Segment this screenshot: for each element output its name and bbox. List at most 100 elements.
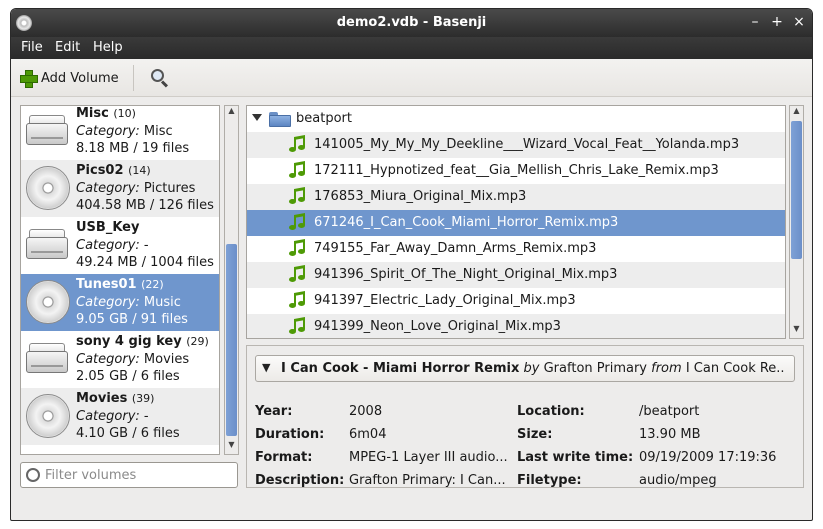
title-bar[interactable]: demo2.vdb - Basenji – + × — [11, 9, 812, 37]
file-tree[interactable]: beatport 141005_My_My_My_Deekline___Wiza… — [246, 105, 786, 339]
format-value: MPEG-1 Layer III audio... — [349, 450, 508, 465]
category-label: Category: — [76, 352, 140, 367]
scrollbar-thumb[interactable] — [791, 121, 802, 259]
tree-file-row[interactable]: 941399_Neon_Love_Original_Mix.mp3 — [247, 314, 785, 338]
minimize-button[interactable]: – — [746, 13, 764, 31]
volume-count: (29) — [186, 335, 209, 348]
tree-file-row[interactable]: 172111_Hypnotized_feat__Gia_Mellish_Chri… — [247, 158, 785, 184]
filter-volumes-input[interactable] — [45, 466, 233, 484]
filter-volumes-field[interactable] — [20, 462, 238, 488]
scroll-up-arrow-icon[interactable]: ▲ — [226, 106, 237, 120]
music-file-icon — [289, 239, 307, 258]
track-title: I Can Cook - Miami Horror Remix — [281, 361, 520, 376]
tree-folder-row[interactable]: beatport — [247, 106, 785, 132]
music-file-icon — [289, 291, 307, 310]
filetype-value: audio/mpeg — [639, 473, 717, 488]
menu-edit[interactable]: Edit — [55, 40, 80, 55]
tree-file-row[interactable]: 941397_Electric_Lady_Original_Mix.mp3 — [247, 288, 785, 314]
search-icon — [26, 468, 40, 482]
tree-file-row[interactable]: 749155_Far_Away_Damn_Arms_Remix.mp3 — [247, 236, 785, 262]
volume-category: Movies — [143, 352, 190, 367]
file-name: 941396_Spirit_Of_The_Night_Original_Mix.… — [314, 267, 618, 282]
file-name: 141005_My_My_My_Deekline___Wizard_Vocal_… — [314, 137, 740, 152]
toolbar: Add Volume — [11, 59, 812, 97]
duration-label: Duration: — [255, 427, 325, 442]
volume-name: Tunes01 — [76, 277, 137, 292]
scroll-down-arrow-icon[interactable]: ▼ — [226, 440, 237, 454]
file-name: 172111_Hypnotized_feat__Gia_Mellish_Chri… — [314, 163, 719, 178]
hard-drive-icon — [26, 343, 68, 373]
music-file-icon — [289, 265, 307, 284]
toolbar-separator — [133, 65, 134, 91]
music-file-icon — [289, 135, 307, 154]
from-word: from — [651, 361, 682, 376]
menu-help[interactable]: Help — [93, 40, 123, 55]
music-file-icon — [289, 187, 307, 206]
scroll-up-arrow-icon[interactable]: ▲ — [791, 106, 802, 120]
expander-arrow-icon[interactable] — [252, 114, 262, 121]
volume-category: - — [143, 409, 149, 424]
volume-list[interactable]: Misc (10) Category: Misc 8.18 MB / 19 fi… — [20, 105, 220, 455]
volume-size: 2.05 GB / 6 files — [76, 369, 180, 384]
volume-item-sony-4-gig-key[interactable]: sony 4 gig key (29) Category: Movies 2.0… — [21, 331, 219, 388]
menu-file[interactable]: File — [21, 40, 43, 55]
volume-name: Misc — [76, 106, 109, 121]
cd-icon — [26, 166, 70, 210]
scroll-down-arrow-icon[interactable]: ▼ — [791, 324, 802, 338]
track-artist: Grafton Primary — [543, 361, 647, 376]
window-title: demo2.vdb - Basenji — [336, 15, 487, 30]
tree-file-row[interactable]: 941396_Spirit_Of_The_Night_Original_Mix.… — [247, 262, 785, 288]
file-tree-scrollbar[interactable]: ▲ ▼ — [789, 105, 804, 339]
volume-count: (39) — [131, 392, 155, 405]
size-label: Size: — [517, 427, 553, 442]
volume-category: Misc — [143, 124, 173, 139]
volume-item-pics02[interactable]: Pics02 (14) Category: Pictures 404.58 MB… — [21, 160, 219, 217]
volume-item-usb-key[interactable]: USB_Key Category: - 49.24 MB / 1004 file… — [21, 217, 219, 274]
details-header-expander[interactable]: ▼ I Can Cook - Miami Horror Remix by Gra… — [255, 355, 795, 382]
category-label: Category: — [76, 124, 140, 139]
folder-icon — [269, 112, 291, 127]
volume-item-misc[interactable]: Misc (10) Category: Misc 8.18 MB / 19 fi… — [21, 106, 219, 160]
volume-list-scrollbar[interactable]: ▲ ▼ — [224, 105, 239, 455]
search-icon[interactable] — [150, 68, 170, 88]
volume-size: 4.10 GB / 6 files — [76, 426, 180, 441]
hard-drive-icon — [26, 229, 68, 259]
volume-category: Music — [143, 295, 181, 310]
track-album: I Can Cook Re... — [685, 361, 786, 376]
add-volume-label: Add Volume — [41, 70, 119, 86]
file-name: 941399_Neon_Love_Original_Mix.mp3 — [314, 319, 561, 334]
volume-name: Pics02 — [76, 163, 124, 178]
app-window: demo2.vdb - Basenji – + × File Edit Help… — [10, 8, 813, 521]
music-file-icon — [289, 213, 307, 232]
volume-name: Movies — [76, 391, 128, 406]
close-button[interactable]: × — [790, 13, 808, 31]
volume-size: 49.24 MB / 1004 files — [76, 255, 214, 270]
year-label: Year: — [255, 404, 293, 419]
tree-file-row-selected[interactable]: 671246_I_Can_Cook_Miami_Horror_Remix.mp3 — [247, 210, 785, 236]
tree-file-row[interactable]: 176853_Miura_Original_Mix.mp3 — [247, 184, 785, 210]
tree-file-row[interactable]: 141005_My_My_My_Deekline___Wizard_Vocal_… — [247, 132, 785, 158]
scrollbar-thumb[interactable] — [226, 244, 237, 436]
chevron-down-icon: ▼ — [262, 361, 271, 374]
hard-drive-icon — [26, 115, 68, 145]
last-write-time-label: Last write time: — [517, 450, 634, 465]
volume-name: USB_Key — [76, 220, 140, 235]
volume-item-tunes01[interactable]: Tunes01 (22) Category: Music 9.05 GB / 9… — [21, 274, 219, 331]
duration-value: 6m04 — [349, 427, 387, 442]
music-file-icon — [289, 161, 307, 180]
volume-category: Pictures — [143, 181, 196, 196]
maximize-button[interactable]: + — [768, 13, 786, 31]
plus-icon — [19, 69, 38, 88]
add-volume-button[interactable]: Add Volume — [19, 67, 119, 89]
category-label: Category: — [76, 181, 140, 196]
volume-category: - — [143, 238, 149, 253]
location-value: /beatport — [639, 404, 700, 419]
file-name: 671246_I_Can_Cook_Miami_Horror_Remix.mp3 — [314, 215, 619, 230]
volume-count: (22) — [141, 278, 164, 291]
volume-size: 9.05 GB / 91 files — [76, 312, 188, 327]
volume-item-movies[interactable]: Movies (39) Category: - 4.10 GB / 6 file… — [21, 388, 219, 445]
file-name: 941397_Electric_Lady_Original_Mix.mp3 — [314, 293, 576, 308]
cd-icon — [26, 280, 70, 324]
volume-name: sony 4 gig key — [76, 334, 182, 349]
category-label: Category: — [76, 409, 140, 424]
